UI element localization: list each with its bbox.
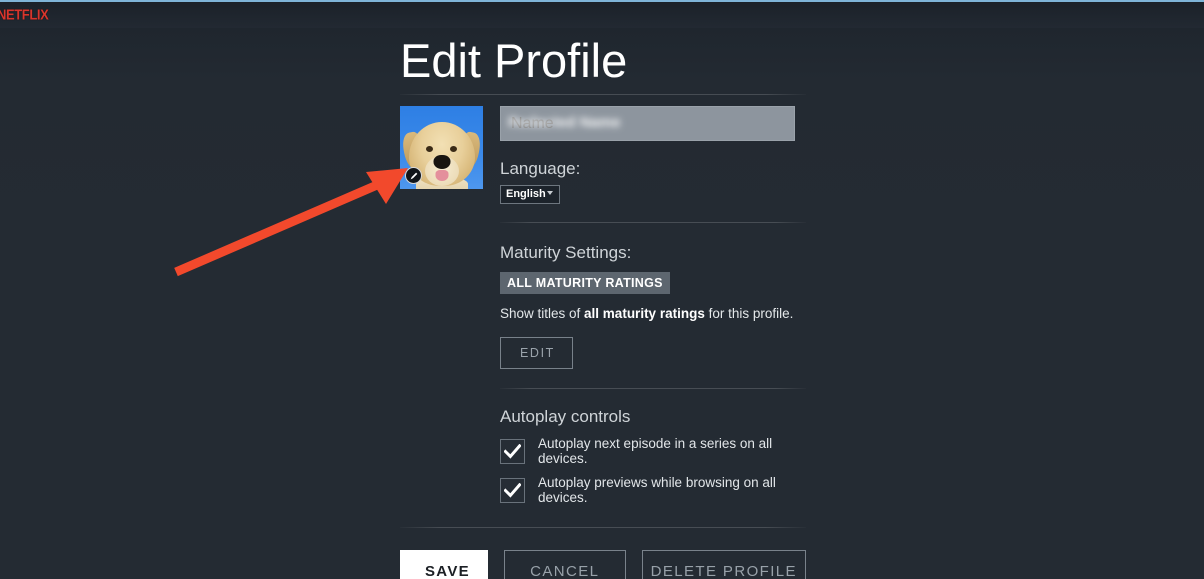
checkmark-icon	[504, 443, 521, 459]
divider-above-maturity	[500, 222, 806, 223]
maturity-description-strong: all maturity ratings	[584, 306, 705, 321]
autoplay-controls-title: Autoplay controls	[500, 407, 631, 426]
profile-name-field-wrapper: Redacted Name	[500, 106, 795, 141]
page-title: Edit Profile	[400, 34, 628, 87]
delete-profile-button[interactable]: DELETE PROFILE	[641, 550, 806, 579]
language-select[interactable]: English	[500, 185, 560, 204]
maturity-settings-title: Maturity Settings:	[500, 243, 632, 262]
dog-nose-icon	[433, 155, 450, 169]
language-label: Language:	[500, 159, 581, 178]
autoplay-previews-row[interactable]: Autoplay previews while browsing on all …	[500, 475, 806, 505]
edit-profile-card: Edit Profile Redacted Name Language: Eng…	[400, 30, 806, 579]
divider-above-autoplay	[500, 388, 806, 389]
autoplay-controls-section: Autoplay controls Autoplay next episode …	[500, 407, 806, 505]
autoplay-previews-checkbox[interactable]	[500, 477, 525, 503]
maturity-description: Show titles of all maturity ratings for …	[500, 305, 806, 323]
profile-identity-row: Redacted Name Language: English	[400, 95, 806, 204]
site-header: NETFLIX	[0, 2, 1204, 28]
dog-eye-right-icon	[450, 146, 457, 152]
form-actions: SAVE CANCEL DELETE PROFILE	[400, 528, 806, 579]
dog-eye-left-icon	[426, 146, 433, 152]
profile-fields: Redacted Name Language: English	[500, 106, 806, 204]
annotation-arrow-icon	[174, 168, 408, 277]
autoplay-next-episode-row[interactable]: Autoplay next episode in a series on all…	[500, 436, 806, 466]
netflix-logo[interactable]: NETFLIX	[0, 6, 49, 23]
save-button[interactable]: SAVE	[400, 550, 488, 579]
pencil-icon	[409, 171, 419, 181]
avatar-edit-badge[interactable]	[405, 167, 422, 184]
cancel-button[interactable]: CANCEL	[504, 550, 626, 579]
maturity-description-suffix: for this profile.	[704, 306, 794, 321]
autoplay-next-episode-checkbox[interactable]	[500, 438, 525, 464]
autoplay-previews-label: Autoplay previews while browsing on all …	[538, 475, 776, 505]
dog-tongue-icon	[435, 170, 448, 181]
avatar[interactable]	[400, 106, 483, 189]
maturity-edit-button[interactable]: EDIT	[500, 337, 573, 369]
maturity-rating-badge: ALL MATURITY RATINGS	[500, 272, 670, 294]
netflix-edit-profile-page: NETFLIX Edit Profile Redacted Name Langu…	[0, 0, 1204, 579]
autoplay-next-episode-label: Autoplay next episode in a series on all…	[538, 436, 773, 466]
language-select-wrapper: English	[500, 179, 560, 204]
checkmark-icon	[504, 482, 521, 498]
maturity-settings-section: Maturity Settings: ALL MATURITY RATINGS …	[500, 243, 806, 369]
profile-name-input[interactable]	[500, 106, 795, 141]
maturity-description-prefix: Show titles of	[500, 306, 585, 321]
